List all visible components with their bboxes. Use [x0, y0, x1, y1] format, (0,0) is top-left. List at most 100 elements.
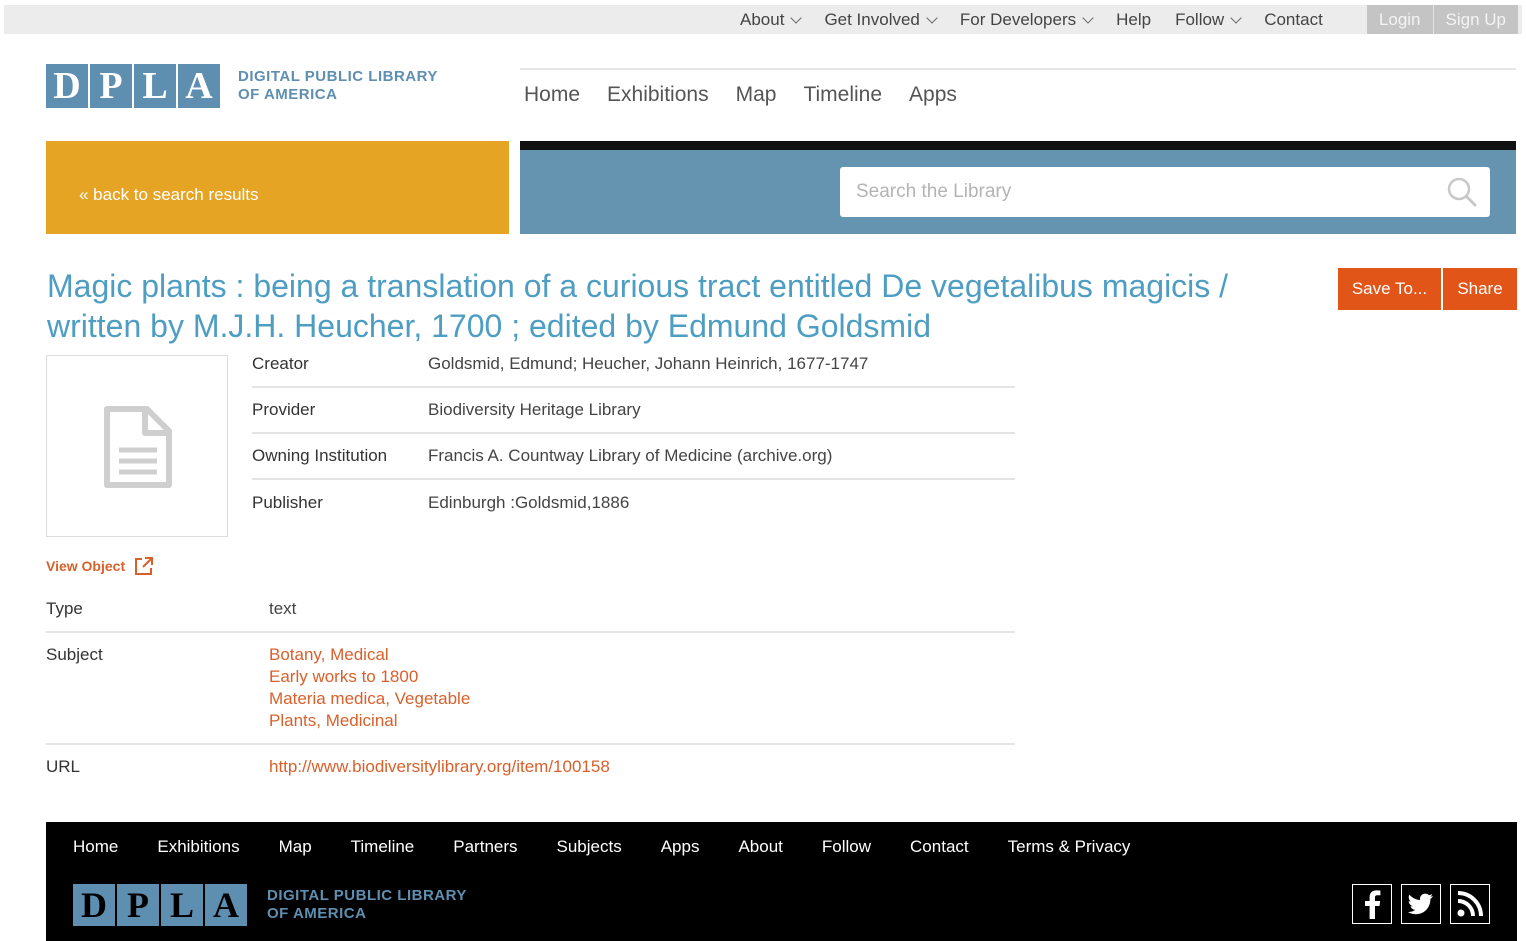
back-to-results-link[interactable]: « back to search results: [79, 185, 259, 205]
main-nav-apps[interactable]: Apps: [909, 83, 957, 107]
main-nav-timeline[interactable]: Timeline: [803, 83, 882, 107]
utility-nav-label: About: [740, 9, 785, 29]
login-button[interactable]: Login: [1366, 5, 1433, 34]
save-to-button[interactable]: Save To...: [1338, 268, 1441, 310]
utility-nav-label: Contact: [1264, 9, 1323, 29]
metadata-label: URL: [46, 757, 81, 776]
footer-nav: Home Exhibitions Map Timeline Partners S…: [73, 837, 1169, 857]
footer-nav-home[interactable]: Home: [73, 837, 118, 857]
utility-nav-contact[interactable]: Contact: [1264, 10, 1323, 30]
logo-wordmark-line1: DIGITAL PUBLIC LIBRARY: [267, 887, 467, 904]
logo-wordmark: DIGITAL PUBLIC LIBRARY OF AMERICA: [238, 68, 438, 104]
main-nav-home[interactable]: Home: [524, 83, 580, 107]
main-nav-map[interactable]: Map: [736, 83, 777, 107]
logo-letters: D P L A: [73, 884, 247, 926]
sign-up-button[interactable]: Sign Up: [1432, 5, 1518, 34]
footer-nav-partners[interactable]: Partners: [453, 837, 517, 857]
logo-letter: P: [90, 64, 132, 108]
chevron-down-icon: [1230, 12, 1242, 24]
logo-wordmark-line2: OF AMERICA: [238, 86, 338, 103]
utility-nav-label: Help: [1116, 9, 1152, 29]
subject-link[interactable]: Botany, Medical: [269, 644, 470, 666]
footer: Home Exhibitions Map Timeline Partners S…: [46, 822, 1517, 941]
footer-nav-terms-privacy[interactable]: Terms & Privacy: [1008, 837, 1131, 857]
logo-wordmark-line1: DIGITAL PUBLIC LIBRARY: [238, 68, 438, 85]
item-title: Magic plants : being a translation of a …: [47, 268, 1229, 344]
rss-icon[interactable]: [1450, 884, 1490, 924]
utility-nav-about[interactable]: About: [740, 9, 803, 30]
metadata-label: Provider: [252, 400, 316, 419]
share-button[interactable]: Share: [1443, 268, 1517, 310]
footer-nav-follow[interactable]: Follow: [822, 837, 871, 857]
utility-nav-label: Follow: [1175, 9, 1225, 29]
view-object-label: View Object: [46, 558, 126, 574]
subject-link[interactable]: Materia medica, Vegetable: [269, 688, 470, 710]
chevron-down-icon: [926, 12, 938, 24]
footer-nav-subjects[interactable]: Subjects: [557, 837, 622, 857]
metadata-row: Owning Institution Francis A. Countway L…: [252, 434, 1015, 480]
search-panel: [520, 141, 1516, 234]
nav-divider: [520, 68, 1516, 70]
twitter-icon[interactable]: [1401, 884, 1441, 924]
facebook-icon[interactable]: [1352, 884, 1392, 924]
external-link-icon: [135, 557, 154, 575]
metadata-value: Goldsmid, Edmund; Heucher, Johann Heinri…: [428, 354, 869, 373]
metadata-label: Creator: [252, 354, 309, 373]
search-box: [840, 167, 1490, 217]
logo-letter: D: [46, 64, 88, 108]
utility-nav-for-developers[interactable]: For Developers: [959, 9, 1094, 30]
logo-letter: D: [73, 884, 115, 926]
utility-nav-follow[interactable]: Follow: [1175, 9, 1242, 30]
metadata-row: Provider Biodiversity Heritage Library: [252, 388, 1015, 434]
logo-letter: P: [117, 884, 159, 926]
footer-nav-about[interactable]: About: [738, 837, 782, 857]
logo-letter: A: [205, 884, 247, 926]
logo-wordmark: DIGITAL PUBLIC LIBRARY OF AMERICA: [267, 887, 467, 923]
metadata-row-type: Type text: [46, 587, 1015, 633]
metadata-value: Francis A. Countway Library of Medicine …: [428, 446, 833, 465]
utility-nav: About Get Involved For Developers Help F…: [740, 5, 1347, 34]
footer-dpla-logo[interactable]: D P L A DIGITAL PUBLIC LIBRARY OF AMERIC…: [73, 884, 467, 926]
metadata-row: Creator Goldsmid, Edmund; Heucher, Johan…: [252, 342, 1015, 388]
metadata-row-subject: Subject Botany, Medical Early works to 1…: [46, 633, 1015, 745]
subject-list: Botany, Medical Early works to 1800 Mate…: [269, 644, 470, 732]
item-thumbnail[interactable]: [46, 355, 228, 537]
metadata-value: Biodiversity Heritage Library: [428, 400, 641, 419]
metadata-label: Publisher: [252, 493, 323, 512]
utility-nav-label: For Developers: [959, 9, 1077, 29]
url-value-cell: http://www.biodiversitylibrary.org/item/…: [269, 756, 610, 778]
main-nav-exhibitions[interactable]: Exhibitions: [607, 83, 709, 107]
footer-nav-exhibitions[interactable]: Exhibitions: [157, 837, 239, 857]
metadata-label: Owning Institution: [252, 446, 388, 465]
logo-letter: L: [134, 64, 176, 108]
item-url-link[interactable]: http://www.biodiversitylibrary.org/item/…: [269, 756, 610, 778]
footer-nav-contact[interactable]: Contact: [910, 837, 969, 857]
chevron-down-icon: [790, 12, 803, 24]
metadata-label: Type: [46, 599, 83, 618]
search-icon[interactable]: [1446, 176, 1478, 208]
back-panel: « back to search results: [46, 141, 509, 234]
metadata-secondary: Type text Subject Botany, Medical Early …: [46, 587, 1015, 789]
dpla-logo[interactable]: D P L A DIGITAL PUBLIC LIBRARY OF AMERIC…: [46, 64, 438, 108]
footer-nav-timeline[interactable]: Timeline: [351, 837, 415, 857]
metadata-row: Publisher Edinburgh :Goldsmid,1886: [252, 480, 1015, 526]
logo-wordmark-line2: OF AMERICA: [267, 905, 367, 922]
subject-link[interactable]: Early works to 1800: [269, 666, 470, 688]
chevron-down-icon: [1082, 12, 1094, 24]
top-utility-bar: About Get Involved For Developers Help F…: [4, 5, 1522, 34]
metadata-primary: Creator Goldsmid, Edmund; Heucher, Johan…: [252, 342, 1015, 526]
metadata-value: Edinburgh :Goldsmid,1886: [428, 493, 630, 512]
search-input[interactable]: [856, 167, 1436, 217]
subject-link[interactable]: Plants, Medicinal: [269, 710, 470, 732]
document-icon: [104, 406, 172, 488]
auth-buttons: Login Sign Up: [1366, 5, 1518, 34]
view-object-link[interactable]: View Object: [46, 556, 154, 576]
footer-nav-apps[interactable]: Apps: [661, 837, 700, 857]
footer-nav-map[interactable]: Map: [279, 837, 312, 857]
metadata-label: Subject: [46, 645, 103, 664]
logo-letter: A: [178, 64, 220, 108]
utility-nav-help[interactable]: Help: [1116, 10, 1151, 30]
metadata-row-url: URL http://www.biodiversitylibrary.org/i…: [46, 745, 1015, 789]
metadata-value: text: [269, 599, 297, 618]
utility-nav-get-involved[interactable]: Get Involved: [824, 10, 938, 30]
